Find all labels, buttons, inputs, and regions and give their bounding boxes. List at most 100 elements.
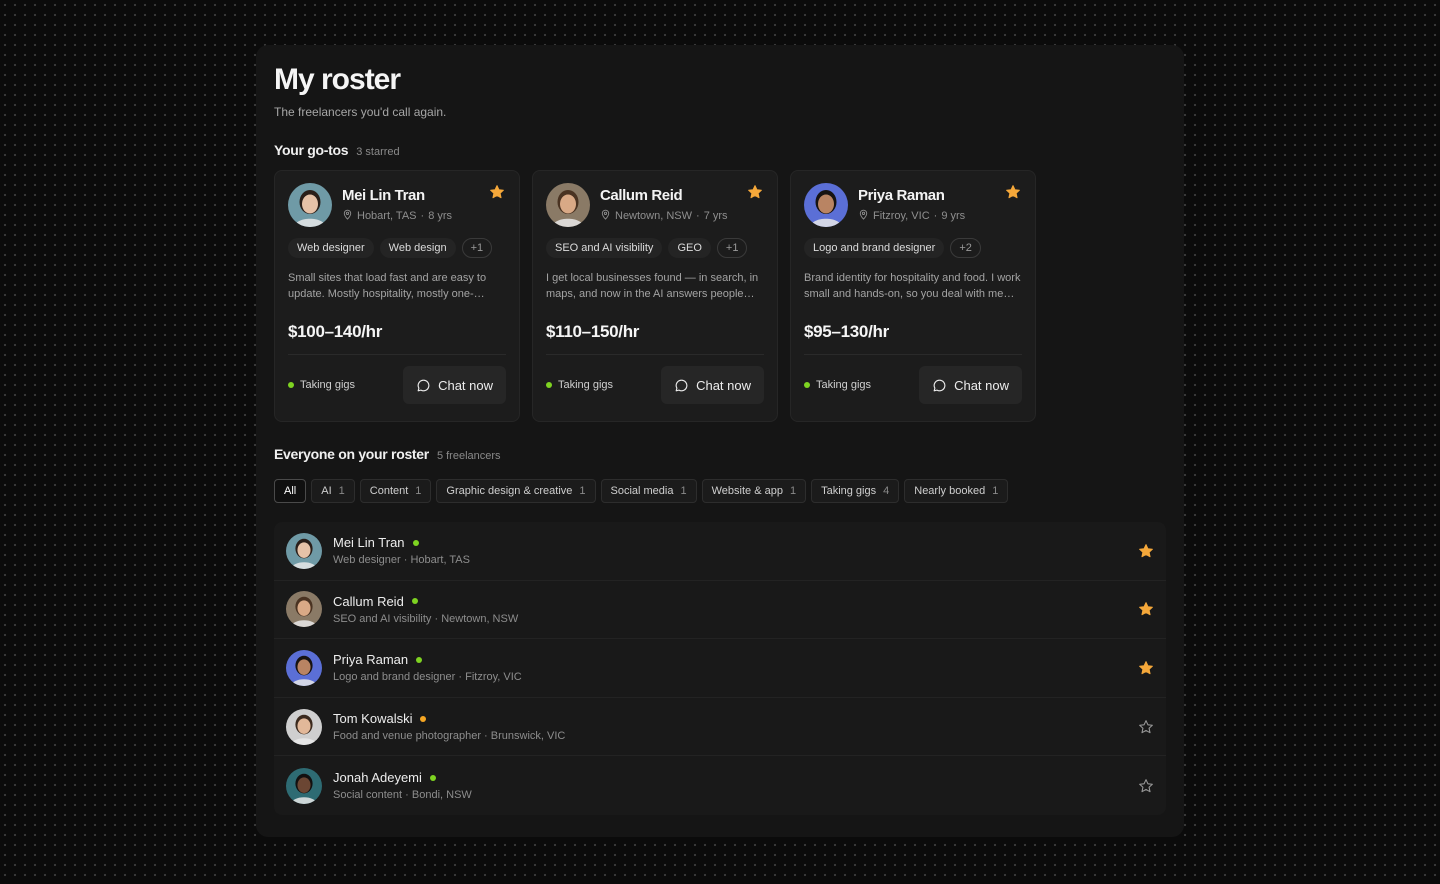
star-outline-icon[interactable] (1138, 778, 1154, 794)
avatar (804, 183, 848, 227)
star-icon[interactable] (1138, 543, 1154, 559)
roster-row[interactable]: Priya Raman Logo and brand designer · Fit… (274, 639, 1166, 698)
card-footer: Taking gigs Chat now (546, 366, 764, 404)
gotos-count: 3 starred (356, 146, 400, 158)
card-meta: Newtown, NSW · 7 yrs (600, 209, 728, 223)
goto-card: Callum Reid Newtown, NSW · 7 yrs SEO and AI … (532, 170, 778, 422)
card-header: Priya Raman Fitzroy, VIC · 9 yrs (804, 183, 1022, 227)
more-tags-badge[interactable]: +2 (950, 238, 981, 258)
skill-tag: Logo and brand designer (804, 238, 945, 258)
freelancer-name: Jonah Adeyemi (333, 770, 422, 786)
row-text: Mei Lin Tran Web designer · Hobart, TAS (333, 535, 470, 566)
roster-count: 5 freelancers (436, 450, 501, 462)
chat-bubble-icon (674, 378, 689, 393)
more-tags-badge[interactable]: +1 (716, 238, 748, 258)
filter-count: 1 (992, 485, 999, 497)
page-subtitle: The freelancers you'd call again. (274, 105, 447, 119)
location-pin-icon (600, 209, 611, 223)
status-label: Taking gigs (816, 379, 872, 391)
hourly-rate: $100–140/hr (288, 322, 383, 341)
card-footer: Taking gigs Chat now (804, 366, 1022, 404)
chat-now-button[interactable]: Chat now (919, 366, 1022, 404)
freelancer-role-location: SEO and AI visibility · Newtown, NSW (333, 612, 519, 625)
roster-row[interactable]: Callum Reid SEO and AI visibility · Newto… (274, 581, 1166, 640)
availability-status: Taking gigs (546, 379, 613, 391)
skill-tag: SEO and AI visibility (546, 238, 663, 258)
experience: 7 yrs (703, 210, 728, 222)
filter-count: 1 (680, 485, 687, 497)
more-tags-badge[interactable]: +1 (461, 238, 493, 258)
roster-title: Everyone on your roster (274, 446, 429, 462)
roster-row[interactable]: Tom Kowalski Food and venue photographer … (274, 698, 1166, 757)
filter-chip[interactable]: AI 1 (311, 479, 355, 503)
star-icon[interactable] (1138, 660, 1154, 676)
avatar (288, 183, 332, 227)
skill-tag: GEO (668, 238, 711, 258)
freelancer-name: Tom Kowalski (333, 711, 413, 727)
chat-now-button[interactable]: Chat now (661, 366, 764, 404)
goto-card: Mei Lin Tran Hobart, TAS · 8 yrs Web designe… (274, 170, 520, 422)
star-icon[interactable] (1005, 184, 1021, 200)
chat-now-label: Chat now (954, 377, 1009, 393)
card-footer: Taking gigs Chat now (288, 366, 506, 404)
status-dot (804, 382, 810, 388)
filter-chip[interactable]: Nearly booked 1 (904, 479, 1009, 503)
card-info: Mei Lin Tran Hobart, TAS · 8 yrs (342, 187, 452, 223)
row-name-line: Callum Reid (333, 594, 518, 609)
filter-label: Nearly booked (914, 485, 986, 497)
filter-chip[interactable]: Social media 1 (600, 479, 697, 503)
status-dot (416, 656, 423, 663)
card-info: Priya Raman Fitzroy, VIC · 9 yrs (858, 187, 965, 223)
star-icon[interactable] (747, 184, 763, 200)
filter-label: AI (321, 485, 332, 497)
location-pin-icon (342, 209, 353, 223)
filter-count: 1 (579, 485, 586, 497)
filter-label: Taking gigs (821, 485, 877, 497)
chat-now-label: Chat now (696, 377, 751, 393)
meta-separator: · (696, 210, 700, 222)
status-dot (429, 774, 436, 781)
roster-header: Everyone on your roster 5 freelancers (274, 446, 1166, 462)
filter-label: Website & app (711, 485, 783, 497)
freelancer-name: Callum Reid (333, 593, 404, 609)
meta-separator: · (420, 210, 425, 222)
star-icon[interactable] (489, 184, 505, 200)
filter-chip[interactable]: Taking gigs 4 (811, 479, 900, 503)
row-name-line: Tom Kowalski (333, 711, 565, 726)
card-header: Mei Lin Tran Hobart, TAS · 8 yrs (288, 183, 506, 227)
filter-chip[interactable]: Graphic design & creative 1 (436, 479, 596, 503)
star-outline-icon[interactable] (1138, 719, 1154, 735)
chat-bubble-icon (416, 378, 431, 393)
freelancer-role-location: Web designer · Hobart, TAS (333, 554, 470, 567)
filter-count: 1 (415, 485, 422, 497)
roster-list: Mei Lin Tran Web designer · Hobart, TAS C… (274, 522, 1166, 815)
avatar (286, 708, 322, 745)
row-name-line: Jonah Adeyemi (333, 770, 472, 785)
filter-chip[interactable]: Content 1 (359, 479, 432, 503)
filter-count: 1 (338, 485, 345, 497)
status-label: Taking gigs (558, 379, 614, 391)
roster-row[interactable]: Mei Lin Tran Web designer · Hobart, TAS (274, 522, 1166, 581)
status-dot (411, 598, 418, 605)
avatar (546, 183, 590, 227)
chat-now-button[interactable]: Chat now (403, 366, 506, 404)
gotos-title: Your go-tos (274, 142, 349, 158)
freelancer-role-location: Food and venue photographer · Brunswick,… (333, 730, 566, 743)
gotos-cards: Mei Lin Tran Hobart, TAS · 8 yrs Web designe… (274, 170, 1166, 422)
freelancer-description: Brand identity for hospitality and food.… (804, 272, 1021, 300)
freelancer-name: Mei Lin Tran (333, 535, 405, 551)
star-icon[interactable] (1138, 601, 1154, 617)
roster-row[interactable]: Jonah Adeyemi Social content · Bondi, NSW (274, 756, 1166, 815)
filter-chip[interactable]: All (274, 479, 307, 503)
filter-label: Content (369, 485, 409, 497)
divider (546, 354, 764, 355)
row-name-line: Mei Lin Tran (333, 535, 470, 550)
status-dot (288, 382, 294, 388)
hourly-rate: $110–150/hr (546, 322, 640, 341)
filter-chip[interactable]: Website & app 1 (701, 479, 807, 503)
location: Hobart, TAS (357, 210, 417, 222)
freelancer-role-location: Logo and brand designer · Fitzroy, VIC (333, 671, 522, 684)
meta-separator: · (933, 210, 938, 222)
chat-now-label: Chat now (438, 377, 493, 393)
card-meta: Fitzroy, VIC · 9 yrs (858, 209, 965, 223)
